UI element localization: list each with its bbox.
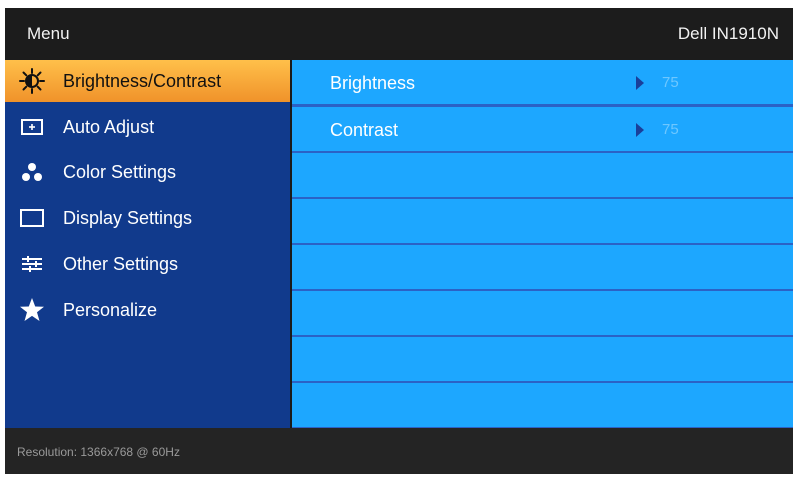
sidebar-menu: Brightness/Contrast Auto Adjust Color Se… [5, 60, 290, 428]
empty-row [292, 383, 793, 427]
color-settings-icon [19, 159, 45, 185]
empty-row [292, 153, 793, 197]
empty-row [292, 245, 793, 289]
sidebar-item-label: Personalize [63, 300, 158, 320]
empty-row [292, 291, 793, 335]
brightness-icon [19, 68, 45, 94]
resolution-text: Resolution: 1366x768 @ 60Hz [17, 445, 180, 459]
other-settings-icon [19, 251, 45, 277]
sidebar-item-label: Brightness/Contrast [63, 71, 222, 91]
sidebar-item-display-settings[interactable]: Display Settings [5, 197, 290, 239]
status-bar: Resolution: 1366x768 @ 60Hz [5, 428, 793, 474]
sidebar-item-label: Auto Adjust [63, 117, 155, 137]
sidebar-item-brightness-contrast[interactable]: Brightness/Contrast [5, 60, 290, 102]
display-settings-icon [19, 205, 45, 231]
arrow-right-icon [636, 123, 644, 137]
sidebar-item-personalize[interactable]: Personalize [5, 289, 290, 331]
contrast-row[interactable]: Contrast 75 [292, 107, 793, 151]
sidebar-item-label: Other Settings [63, 254, 179, 274]
sidebar-item-other-settings[interactable]: Other Settings [5, 243, 290, 285]
osd-menu: Menu Dell IN1910N Brightness/Contrast Au… [5, 8, 793, 474]
star-icon [19, 297, 45, 323]
settings-panel: Brightness 75 Contrast 75 [292, 60, 793, 428]
empty-row [292, 199, 793, 243]
sidebar-item-label: Display Settings [63, 208, 193, 228]
arrow-right-icon [636, 76, 644, 90]
auto-adjust-icon [19, 114, 45, 140]
empty-row [292, 337, 793, 381]
contrast-label: Contrast [330, 120, 399, 140]
brightness-label: Brightness [330, 73, 416, 93]
menu-header: Menu Dell IN1910N [5, 8, 793, 60]
sidebar-item-auto-adjust[interactable]: Auto Adjust [5, 106, 290, 148]
monitor-model: Dell IN1910N [677, 24, 779, 43]
sidebar-item-color-settings[interactable]: Color Settings [5, 151, 290, 193]
sidebar-item-label: Color Settings [63, 162, 177, 182]
contrast-value: 75 [662, 121, 679, 138]
brightness-row[interactable]: Brightness 75 [292, 60, 793, 104]
brightness-value: 75 [662, 74, 679, 91]
menu-title: Menu [27, 24, 70, 43]
